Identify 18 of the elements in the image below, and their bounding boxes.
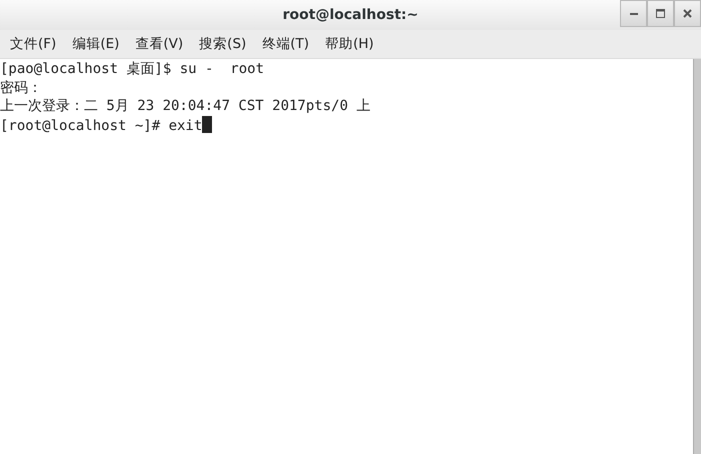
- minimize-icon: [630, 12, 638, 15]
- window-title: root@localhost:~: [282, 6, 418, 24]
- scrollbar[interactable]: [693, 59, 701, 454]
- menu-item[interactable]: 查看(V): [129, 30, 190, 58]
- terminal-line: [pao@localhost 桌面]$ su - root: [0, 61, 264, 77]
- terminal-line: 上一次登录：二 5月 23 20:04:47 CST 2017pts/0 上: [0, 98, 370, 114]
- menu-item[interactable]: 终端(T): [256, 30, 316, 58]
- menu-item[interactable]: 编辑(E): [66, 30, 126, 58]
- maximize-icon: [656, 9, 665, 18]
- menu-item[interactable]: 帮助(H): [319, 30, 380, 58]
- minimize-button[interactable]: [620, 0, 647, 27]
- terminal-line: [root@localhost ~]# exit: [0, 118, 202, 134]
- close-icon: [683, 9, 692, 18]
- menu-item[interactable]: 文件(F): [4, 30, 62, 58]
- maximize-button[interactable]: [647, 0, 674, 27]
- close-button[interactable]: [674, 0, 701, 27]
- terminal-line: 密码：: [0, 80, 42, 96]
- menu-item[interactable]: 搜索(S): [193, 30, 252, 58]
